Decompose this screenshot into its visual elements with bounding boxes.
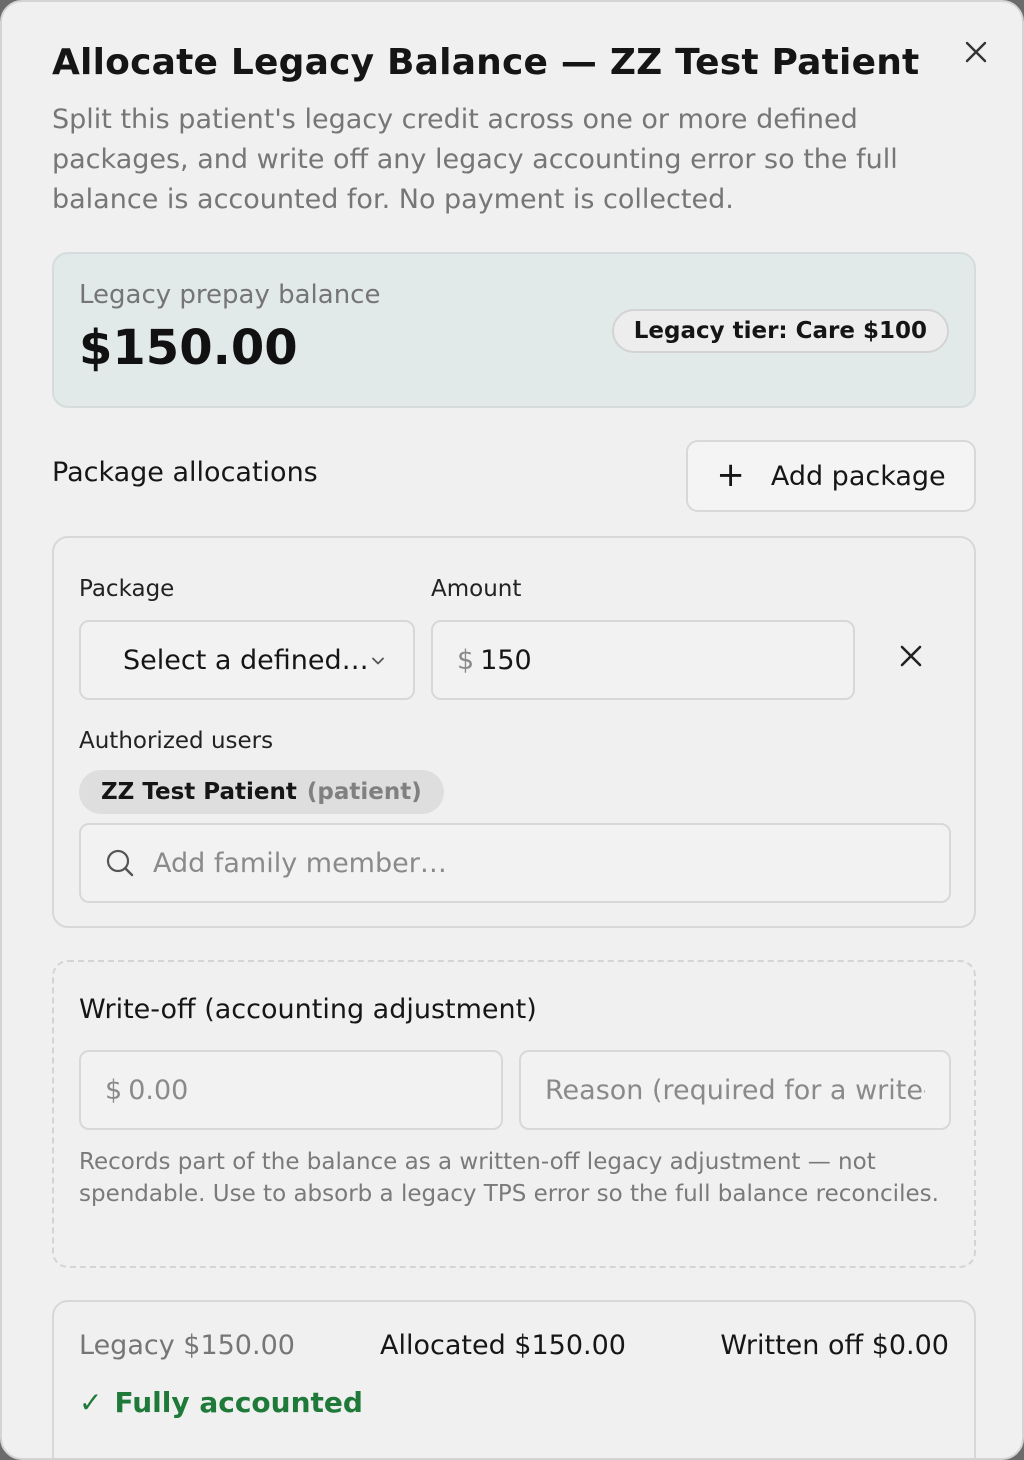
- legacy-balance-amount: $150.00: [79, 320, 298, 376]
- authorized-user-chip[interactable]: ZZ Test Patient (patient): [79, 770, 444, 814]
- amount-field[interactable]: $: [431, 620, 855, 700]
- write-off-section: Write-off (accounting adjustment) $ Reco…: [52, 960, 976, 1268]
- remove-allocation-icon[interactable]: [894, 639, 928, 673]
- currency-symbol: $: [457, 644, 475, 676]
- check-icon: ✓: [79, 1386, 103, 1419]
- legacy-tier-badge: Legacy tier: Care $100: [611, 309, 949, 353]
- authorized-user-name: ZZ Test Patient: [101, 779, 297, 805]
- allocation-summary: Legacy $150.00 Allocated $150.00 Written…: [52, 1300, 976, 1458]
- legacy-balance-label: Legacy prepay balance: [79, 280, 381, 310]
- write-off-help-text: Records part of the balance as a written…: [79, 1149, 939, 1207]
- summary-written-off-total: Written off $0.00: [720, 1330, 949, 1361]
- plus-icon: +: [716, 455, 745, 495]
- summary-status-text: Fully accounted: [114, 1386, 363, 1419]
- add-package-label: Add package: [770, 460, 946, 492]
- summary-status: ✓ Fully accounted: [79, 1386, 363, 1419]
- legacy-balance-card: Legacy prepay balance $150.00 Legacy tie…: [52, 252, 976, 408]
- package-select-value: Select a defined…: [123, 644, 369, 676]
- chevron-down-icon: [372, 657, 384, 665]
- search-icon: [106, 849, 134, 877]
- add-package-button[interactable]: + Add package: [686, 440, 976, 512]
- write-off-title: Write-off (accounting adjustment): [79, 994, 537, 1025]
- currency-symbol: $: [105, 1074, 123, 1106]
- family-member-search[interactable]: [79, 823, 951, 903]
- write-off-reason-input[interactable]: [545, 1074, 925, 1106]
- allocate-legacy-balance-dialog: Allocate Legacy Balance — ZZ Test Patien…: [0, 0, 1024, 1460]
- write-off-reason-field[interactable]: [519, 1050, 951, 1130]
- package-allocation-row: Package Amount Select a defined… $ Autho…: [52, 536, 976, 928]
- package-select[interactable]: Select a defined…: [79, 620, 415, 700]
- summary-allocated-total: Allocated $150.00: [380, 1330, 626, 1361]
- dialog-description: Split this patient's legacy credit acros…: [52, 104, 898, 215]
- package-allocations-heading: Package allocations: [52, 457, 318, 488]
- amount-input[interactable]: [480, 644, 821, 676]
- authorized-user-role: (patient): [306, 779, 422, 805]
- authorized-users-label: Authorized users: [79, 728, 274, 754]
- write-off-amount-field[interactable]: $: [79, 1050, 503, 1130]
- summary-legacy-total: Legacy $150.00: [79, 1330, 295, 1361]
- close-icon[interactable]: [960, 36, 992, 68]
- family-member-input[interactable]: [153, 847, 933, 879]
- write-off-amount-input[interactable]: [128, 1074, 489, 1106]
- package-field-label: Package: [79, 576, 175, 602]
- dialog-title: Allocate Legacy Balance — ZZ Test Patien…: [52, 42, 920, 83]
- amount-field-label: Amount: [431, 576, 522, 602]
